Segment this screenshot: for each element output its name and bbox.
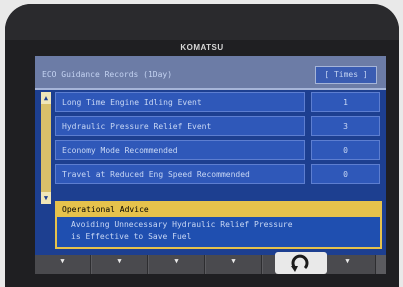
screen-title: ECO Guidance Records (1Day): [42, 70, 173, 79]
function-key-f4[interactable]: ▼: [206, 255, 262, 274]
advice-text-line: is Effective to Save Fuel: [71, 232, 192, 241]
bezel-gloss: [5, 4, 399, 40]
record-value: 0: [311, 164, 380, 184]
display-screen: ECO Guidance Records (1Day) [ Times ] ▲ …: [35, 56, 386, 274]
record-value: 0: [311, 140, 380, 160]
function-key-f1[interactable]: ▼: [35, 255, 91, 274]
advice-heading: Operational Advice: [57, 203, 380, 217]
record-value: 1: [311, 92, 380, 112]
unit-label: [ Times ]: [315, 66, 377, 84]
screen-header: ECO Guidance Records (1Day) [ Times ]: [35, 56, 386, 90]
record-value: 3: [311, 116, 380, 136]
record-label: Economy Mode Recommended: [55, 140, 305, 160]
scroll-up-icon[interactable]: ▲: [41, 92, 51, 104]
record-row[interactable]: Hydraulic Pressure Relief Event 3: [55, 116, 382, 138]
brand-logo: KOMATSU: [180, 43, 224, 52]
function-key-f6[interactable]: ▼: [320, 255, 376, 274]
monitor-bezel: KOMATSU ECO Guidance Records (1Day) [ Ti…: [5, 4, 399, 287]
advice-text-line: Avoiding Unnecessary Hydraulic Relief Pr…: [71, 220, 293, 229]
record-row[interactable]: Travel at Reduced Eng Speed Recommended …: [55, 164, 382, 186]
record-label: Long Time Engine Idling Event: [55, 92, 305, 112]
record-label: Hydraulic Pressure Relief Event: [55, 116, 305, 136]
back-button[interactable]: [275, 252, 327, 274]
operational-advice-panel: Operational Advice Avoiding Unnecessary …: [55, 201, 382, 249]
function-key-f2[interactable]: ▼: [92, 255, 148, 274]
scroll-down-icon[interactable]: ▼: [41, 192, 51, 204]
function-key-f3[interactable]: ▼: [149, 255, 205, 274]
record-row[interactable]: Economy Mode Recommended 0: [55, 140, 382, 162]
scrollbar[interactable]: ▲ ▼: [41, 92, 51, 204]
return-arrow-icon: [291, 254, 309, 272]
record-row[interactable]: Long Time Engine Idling Event 1: [55, 92, 382, 114]
record-label: Travel at Reduced Eng Speed Recommended: [55, 164, 305, 184]
function-key-bar: ▼ ▼ ▼ ▼ ▼ ▼: [35, 255, 386, 274]
